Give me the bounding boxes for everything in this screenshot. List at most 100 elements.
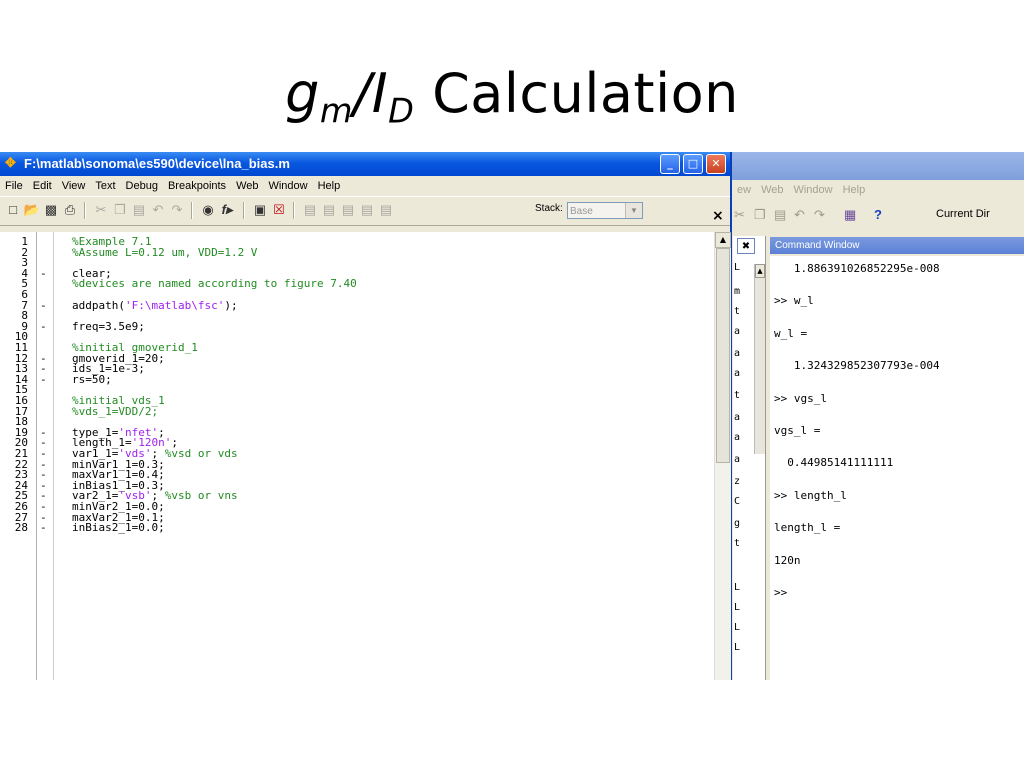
- workspace-item[interactable]: t: [734, 390, 740, 402]
- workspace-item[interactable]: t: [734, 306, 740, 318]
- command-output-line: >> length_l: [774, 488, 847, 502]
- menu-web-desktop[interactable]: Web: [756, 180, 788, 200]
- command-output-line: vgs_l =: [774, 424, 821, 437]
- workspace-item[interactable]: z: [734, 476, 740, 488]
- command-output-line: >> vgs_l: [774, 391, 827, 405]
- scroll-up-icon[interactable]: ▲: [715, 232, 731, 248]
- menu-file[interactable]: File: [0, 176, 28, 196]
- command-output-line: length_l =: [774, 521, 841, 535]
- workspace-item[interactable]: L: [734, 642, 740, 654]
- scroll-up-icon[interactable]: ▲: [755, 264, 765, 278]
- redo-icon[interactable]: ↷: [814, 206, 825, 224]
- help-icon[interactable]: ?: [874, 206, 882, 224]
- print-icon[interactable]: ⎙: [61, 201, 79, 219]
- title-i: /I: [353, 62, 389, 125]
- workspace-item[interactable]: C: [734, 496, 740, 508]
- menu-text[interactable]: Text: [90, 176, 120, 196]
- title-sub-m: m: [319, 91, 354, 131]
- code-text: inBias2_1=0.0;: [72, 522, 165, 534]
- maximize-button[interactable]: □: [683, 154, 703, 174]
- command-output-line: w_l =: [774, 326, 808, 340]
- command-output-line: >> w_l: [774, 294, 814, 308]
- code-token: inBias2_1=0.0;: [72, 521, 165, 535]
- scroll-thumb[interactable]: [716, 248, 730, 463]
- command-output-line: 1.886391026852295e-008: [774, 262, 940, 275]
- command-output-line: >>: [774, 586, 788, 599]
- workspace-item[interactable]: a: [734, 412, 740, 424]
- save-icon[interactable]: ▩: [42, 201, 60, 219]
- stack-dropdown[interactable]: Base ▼: [567, 202, 643, 219]
- copy-icon[interactable]: ❐: [754, 206, 766, 224]
- workspace-item[interactable]: L: [734, 622, 740, 634]
- workspace-item[interactable]: g: [734, 518, 740, 530]
- workspace-item[interactable]: a: [734, 348, 740, 360]
- clear-breakpoints-icon[interactable]: ☒: [270, 201, 288, 219]
- workspace-item[interactable]: L: [734, 262, 740, 274]
- menu-view[interactable]: View: [57, 176, 91, 196]
- code-line[interactable]: 28- inBias2_1=0.0;: [0, 522, 712, 534]
- menu-window-desktop[interactable]: Window: [788, 180, 837, 200]
- step-out-icon[interactable]: ▤: [339, 201, 357, 219]
- workspace-item[interactable]: t: [734, 538, 740, 550]
- open-folder-icon[interactable]: 📂: [23, 201, 41, 219]
- editor-menubar: File Edit View Text Debug Breakpoints Web Windo…: [0, 176, 730, 196]
- workspace-item[interactable]: L: [734, 582, 740, 594]
- editor-scrollbar[interactable]: ▲: [714, 232, 731, 680]
- workspace-item[interactable]: a: [734, 368, 740, 380]
- code-editor[interactable]: 1 %Example 7.1 2 %Assume L=0.12 um, VDD=1.2…: [0, 232, 714, 680]
- desktop-toolbar: ✂ ❐ ▤ ↶ ↷ ▦ ? Current Dir: [732, 202, 1024, 228]
- editor-window: ✥ F:\matlab\sonoma\es590\device\lna_bias…: [0, 152, 732, 680]
- menu-debug[interactable]: Debug: [121, 176, 163, 196]
- title-sub-d: D: [388, 91, 415, 131]
- menu-edit[interactable]: Edit: [28, 176, 57, 196]
- close-icon[interactable]: ×: [712, 208, 724, 224]
- title-calculation: Calculation: [414, 62, 739, 125]
- cut-icon[interactable]: ✂: [92, 201, 110, 219]
- set-breakpoint-icon[interactable]: ▣: [251, 201, 269, 219]
- pane-close-icon[interactable]: ✖: [737, 238, 755, 254]
- breakpoint-marker[interactable]: -: [40, 522, 47, 534]
- workspace-item[interactable]: L: [734, 602, 740, 614]
- copy-icon[interactable]: ❐: [111, 201, 129, 219]
- workspace-pane: ✖ LmtaaataaazCgtLLLL ▲: [733, 236, 766, 680]
- workspace-item[interactable]: m: [734, 286, 740, 298]
- paste-icon[interactable]: ▤: [130, 201, 148, 219]
- cut-icon[interactable]: ✂: [734, 206, 745, 224]
- slide-title: gm/ID Calculation: [0, 62, 1024, 131]
- menu-help[interactable]: Help: [313, 176, 346, 196]
- editor-toolbar: □ 📂 ▩ ⎙ ✂ ❐ ▤ ↶ ↷ ◉ f▸ ▣ ☒ ▤ ▤ ▤ ▤ ▤ Sta…: [0, 196, 730, 226]
- find-icon[interactable]: ◉: [199, 201, 217, 219]
- step-in-icon[interactable]: ▤: [320, 201, 338, 219]
- menu-view-partial[interactable]: ew: [732, 180, 756, 200]
- workspace-item[interactable]: a: [734, 326, 740, 338]
- editor-titlebar[interactable]: ✥ F:\matlab\sonoma\es590\device\lna_bias…: [0, 152, 730, 176]
- redo-icon[interactable]: ↷: [168, 201, 186, 219]
- desktop-titlebar[interactable]: [732, 152, 1024, 180]
- minimize-button[interactable]: _: [660, 154, 680, 174]
- close-button[interactable]: ✕: [706, 154, 726, 174]
- step-icon[interactable]: ▤: [301, 201, 319, 219]
- menu-web[interactable]: Web: [231, 176, 263, 196]
- new-file-icon[interactable]: □: [4, 201, 22, 219]
- paste-icon[interactable]: ▤: [774, 206, 786, 224]
- command-window-title: Command Window: [770, 237, 1024, 254]
- workspace-item[interactable]: a: [734, 454, 740, 466]
- command-output-line: 1.324329852307793e-004: [774, 359, 940, 373]
- chevron-down-icon[interactable]: ▼: [625, 203, 642, 218]
- menu-help-desktop[interactable]: Help: [838, 180, 871, 200]
- workspace-scrollbar[interactable]: ▲: [754, 264, 765, 454]
- exit-debug-icon[interactable]: ▤: [377, 201, 395, 219]
- workspace-item[interactable]: a: [734, 432, 740, 444]
- stack-label: Stack:: [535, 203, 563, 214]
- simulink-icon[interactable]: ▦: [844, 206, 856, 224]
- function-icon[interactable]: f▸: [218, 201, 236, 219]
- continue-icon[interactable]: ▤: [358, 201, 376, 219]
- editor-title: F:\matlab\sonoma\es590\device\lna_bias.m: [24, 156, 290, 171]
- menu-window[interactable]: Window: [263, 176, 312, 196]
- stack-value: Base: [570, 206, 593, 217]
- command-window[interactable]: 1.886391026852295e-008 >> w_l w_l = 1.3243…: [770, 256, 1024, 680]
- undo-icon[interactable]: ↶: [149, 201, 167, 219]
- menu-breakpoints[interactable]: Breakpoints: [163, 176, 231, 196]
- desktop-menubar: ew Web Window Help: [732, 180, 1024, 200]
- undo-icon[interactable]: ↶: [794, 206, 805, 224]
